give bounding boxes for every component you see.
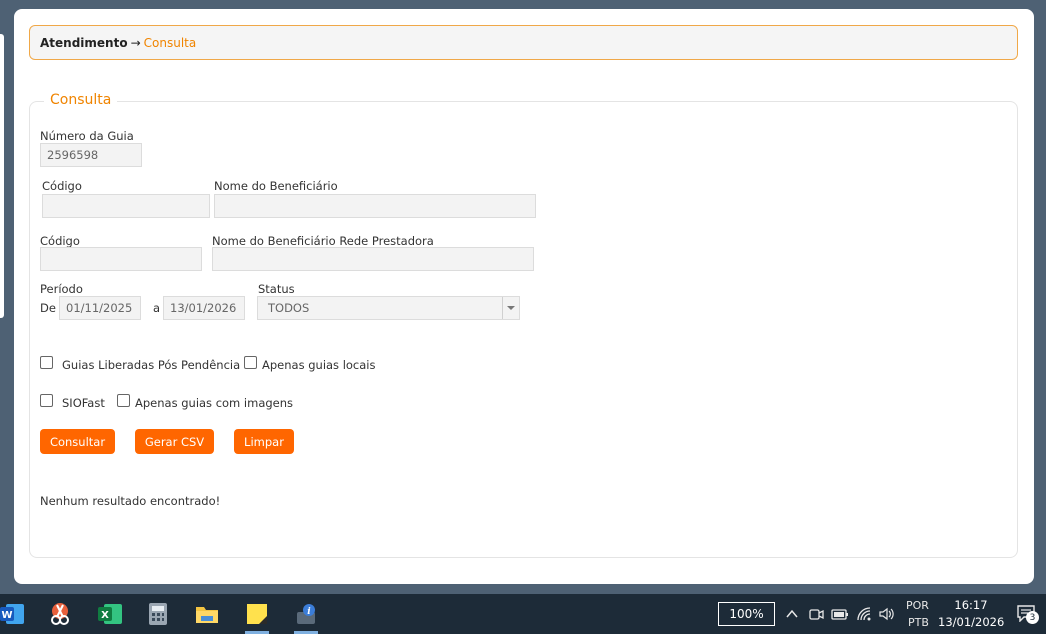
numero-guia-label: Número da Guia [40,129,134,143]
dropdown-toggle[interactable] [502,297,519,319]
clock-time[interactable]: 16:17 [941,598,1001,612]
siofast-label: SIOFast [62,396,105,410]
limpar-button[interactable]: Limpar [234,429,294,454]
consultar-button[interactable]: Consultar [40,429,115,454]
nome-rede-label: Nome do Beneficiário Rede Prestadora [212,234,434,248]
status-select[interactable]: TODOS [257,296,520,320]
chevron-down-icon [507,306,515,310]
taskbar: W X i 100% POR PTB 16:17 13/01/2026 3 [0,594,1046,634]
codigo-rede-input[interactable] [40,247,202,271]
breadcrumb-current: Consulta [143,35,197,50]
apenas-locais-checkbox[interactable] [244,356,257,369]
keyboard-layout[interactable]: PTB [908,616,929,629]
pos-pendencia-checkbox[interactable] [40,356,53,369]
gerar-csv-button[interactable]: Gerar CSV [135,429,214,454]
clock-date[interactable]: 13/01/2026 [938,615,1004,629]
status-label: Status [258,282,295,296]
codigo-input[interactable] [42,194,210,218]
breadcrumb-separator: → [130,35,141,50]
meet-now-icon[interactable] [808,606,824,622]
zoom-level[interactable]: 100% [718,602,775,626]
scissors-icon [51,603,69,625]
battery-icon[interactable] [831,606,849,622]
nome-beneficiario-input[interactable] [214,194,536,218]
nome-beneficiario-label: Nome do Beneficiário [214,179,338,193]
word-icon: W [0,604,24,624]
excel-icon: X [98,604,122,624]
background-window-edge [0,34,4,318]
notification-center-button[interactable]: 3 [1016,604,1039,624]
breadcrumb: Atendimento → Consulta [29,25,1018,60]
notification-count-badge: 3 [1026,611,1039,624]
com-imagens-checkbox[interactable] [117,394,130,407]
remote-desktop-icon: i [297,604,315,624]
breadcrumb-root[interactable]: Atendimento [40,36,128,50]
periodo-a-label: a [153,301,161,315]
apenas-locais-label: Apenas guias locais [262,358,376,372]
pos-pendencia-label: Guias Liberadas Pós Pendência [62,358,241,372]
periodo-de-label: De [40,301,56,315]
codigo-rede-label: Código [40,234,80,248]
volume-icon[interactable] [878,606,896,622]
svg-text:X: X [101,610,109,621]
numero-guia-input[interactable]: 2596598 [40,143,142,167]
nome-rede-input[interactable] [212,247,534,271]
remote-app-button[interactable]: i [286,594,326,634]
wifi-icon[interactable] [856,606,874,622]
excel-app-button[interactable]: X [90,594,130,634]
siofast-checkbox[interactable] [40,394,53,407]
word-app-button[interactable]: W [0,594,32,634]
file-explorer-app-button[interactable] [187,594,227,634]
calculator-icon [149,603,167,625]
input-language[interactable]: POR [906,599,929,612]
status-selected-value: TODOS [268,301,310,315]
svg-text:W: W [1,610,12,621]
periodo-label: Período [40,282,83,296]
search-fieldset [29,101,1018,558]
result-message: Nenhum resultado encontrado! [40,494,221,508]
calculator-app-button[interactable] [138,594,178,634]
sticky-note-icon [247,604,267,624]
codigo-label: Código [42,179,82,193]
folder-icon [196,607,218,623]
periodo-start-input[interactable]: 01/11/2025 [59,296,141,320]
sticky-notes-app-button[interactable] [237,594,277,634]
snipping-tool-app-button[interactable] [40,594,80,634]
chevron-up-icon[interactable] [785,607,799,621]
com-imagens-label: Apenas guias com imagens [135,396,294,410]
periodo-end-input[interactable]: 13/01/2026 [163,296,245,320]
svg-text:i: i [307,607,311,617]
fieldset-legend: Consulta [44,92,118,108]
